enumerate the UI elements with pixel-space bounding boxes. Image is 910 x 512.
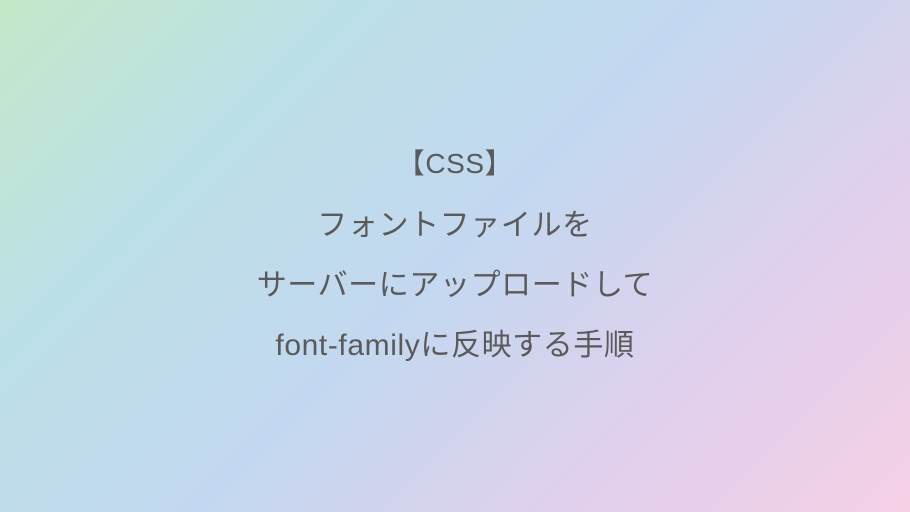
title-line-4: font-familyに反映する手順 [257,316,654,376]
title-line-1: 【CSS】 [257,136,654,192]
title-line-2: フォントファイルを [257,196,654,256]
title-card: 【CSS】 フォントファイルを サーバーにアップロードして font-famil… [257,136,654,376]
title-line-3: サーバーにアップロードして [257,256,654,316]
